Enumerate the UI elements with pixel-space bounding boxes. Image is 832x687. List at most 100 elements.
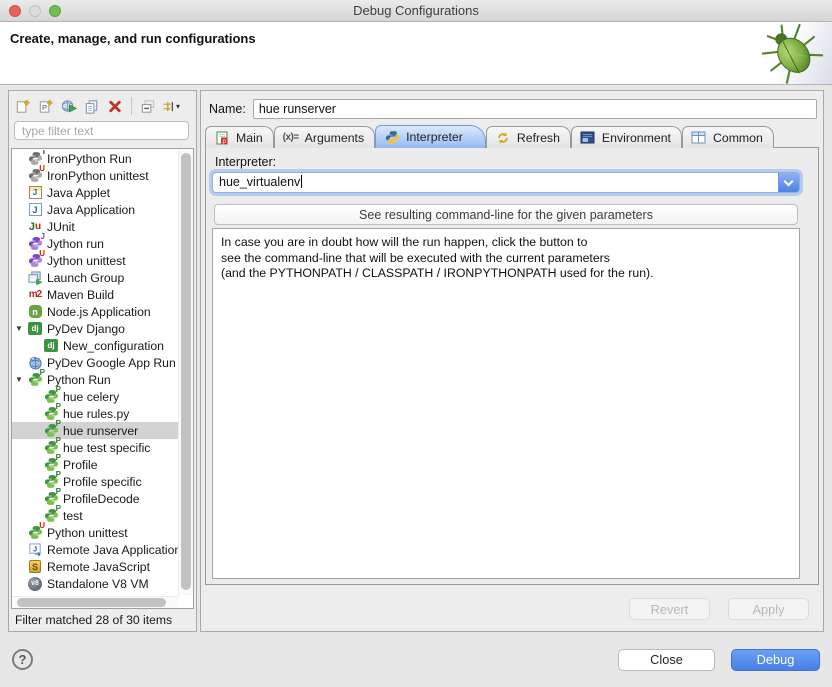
expand-toggle-icon[interactable]: ▼ <box>12 324 26 333</box>
tree-item-launch-group[interactable]: Launch Group <box>12 269 178 286</box>
apply-button[interactable]: Apply <box>728 598 809 620</box>
tree-item-label: Python Run <box>44 373 111 387</box>
configurations-tree: IIronPython RunUIronPython unittestJJava… <box>12 150 178 596</box>
tree-item-node-js-application[interactable]: nNode.js Application <box>12 303 178 320</box>
tab-interpreter[interactable]: Interpreter <box>375 125 486 148</box>
tree-item-junit[interactable]: JuJUnit <box>12 218 178 235</box>
delete-icon <box>106 98 124 114</box>
tree-item-jython-run[interactable]: JJython run <box>12 235 178 252</box>
name-input[interactable] <box>253 99 817 119</box>
chevron-down-icon <box>784 177 794 187</box>
pydev-django-icon: dj <box>42 338 60 354</box>
tree-item-test[interactable]: Ptest <box>12 507 178 524</box>
maven-build-icon: m2 <box>26 287 44 303</box>
tree-item-remote-java-application[interactable]: JRemote Java Application <box>12 541 178 558</box>
export-configurations-button[interactable] <box>58 95 80 117</box>
window-title: Debug Configurations <box>0 0 832 21</box>
new-configuration-button[interactable] <box>12 95 34 117</box>
main-tab-icon: p <box>213 130 231 146</box>
tree-item-label: Python unittest <box>44 526 128 540</box>
tree-item-profile[interactable]: PProfile <box>12 456 178 473</box>
interpreter-combo[interactable]: hue_virtualenv <box>212 172 800 193</box>
tree-item-hue-test-specific[interactable]: Phue test specific <box>12 439 178 456</box>
info-text-area[interactable]: In case you are in doubt how will the ru… <box>212 228 800 579</box>
tab-environment[interactable]: Environment <box>571 126 682 148</box>
horizontal-scroll-thumb[interactable] <box>17 598 166 607</box>
tree-item-python-unittest[interactable]: UPython unittest <box>12 524 178 541</box>
interpreter-value: hue_virtualenv <box>213 175 300 189</box>
collapse-all-icon <box>139 98 157 114</box>
tree-item-java-application[interactable]: JJava Application <box>12 201 178 218</box>
close-window-button[interactable] <box>9 5 21 17</box>
tree-item-ironpython-run[interactable]: IIronPython Run <box>12 150 178 167</box>
refresh-icon <box>494 130 512 146</box>
tree-item-profile-specific[interactable]: PProfile specific <box>12 473 178 490</box>
tab-label: Main <box>236 131 263 145</box>
duplicate-configuration-button[interactable] <box>81 95 103 117</box>
tree-item-java-applet[interactable]: JJava Applet <box>12 184 178 201</box>
tree-item-label: ProfileDecode <box>60 492 140 506</box>
toolbar-separator <box>131 97 132 115</box>
tree-item-label: hue rules.py <box>60 407 129 421</box>
help-button[interactable]: ? <box>12 649 33 670</box>
ironpython-unittest-icon: U <box>26 168 44 184</box>
nodejs-icon: n <box>26 304 44 320</box>
python-unittest-icon: U <box>26 525 44 541</box>
tab-label: Arguments <box>305 131 364 145</box>
zoom-window-button[interactable] <box>49 5 61 17</box>
tree-item-new-configuration[interactable]: djNew_configuration <box>12 337 178 354</box>
minimize-window-button[interactable] <box>29 5 41 17</box>
text-caret <box>301 175 302 188</box>
tree-item-label: IronPython Run <box>44 152 132 166</box>
info-line: (and the PYTHONPATH / CLASSPATH / IRONPY… <box>221 266 791 282</box>
configurations-panel: P▾ IIronPython RunUIronPython unittestJJ… <box>8 90 197 632</box>
export-configurations-icon <box>60 98 78 114</box>
revert-button[interactable]: Revert <box>629 598 710 620</box>
tree-item-python-run[interactable]: ▼PPython Run <box>12 371 178 388</box>
configuration-detail-panel: Name: p Main (x)=Arguments Interpreter Refre… <box>200 90 824 632</box>
tree-item-label: PyDev Django <box>44 322 125 336</box>
expand-toggle-icon[interactable]: ▼ <box>12 375 26 384</box>
tree-item-label: Remote Java Application <box>44 543 178 557</box>
filter-input[interactable] <box>14 121 189 140</box>
tree-item-maven-build[interactable]: m2Maven Build <box>12 286 178 303</box>
debug-bug-icon <box>754 22 830 84</box>
combo-dropdown-button[interactable] <box>778 173 799 192</box>
collapse-all-button[interactable] <box>137 95 159 117</box>
tree-item-hue-runserver[interactable]: Phue runserver <box>12 422 178 439</box>
tree-horizontal-scrollbar[interactable] <box>12 596 178 608</box>
filter-icon: ▾ <box>162 98 180 114</box>
tab-refresh[interactable]: Refresh <box>486 126 571 148</box>
tab-common[interactable]: Common <box>682 126 774 148</box>
tree-item-ironpython-unittest[interactable]: UIronPython unittest <box>12 167 178 184</box>
vertical-scroll-thumb[interactable] <box>181 153 191 590</box>
tree-item-pydev-django[interactable]: ▼djPyDev Django <box>12 320 178 337</box>
tree-item-standalone-v8-vm[interactable]: v8Standalone V8 VM <box>12 575 178 592</box>
tree-vertical-scrollbar[interactable] <box>178 150 193 596</box>
tree-item-profiledecode[interactable]: PProfileDecode <box>12 490 178 507</box>
filter-configurations-button[interactable]: ▾ <box>160 95 182 117</box>
launch-group-icon <box>26 270 44 286</box>
tree-item-hue-celery[interactable]: Phue celery <box>12 388 178 405</box>
tree-item-label: hue runserver <box>60 424 138 438</box>
tree-item-label: Profile specific <box>60 475 142 489</box>
v8-icon: v8 <box>26 576 44 592</box>
debug-button[interactable]: Debug <box>731 649 820 671</box>
see-command-line-button[interactable]: See resulting command-line for the given… <box>214 204 798 225</box>
name-label: Name: <box>209 102 246 116</box>
delete-configuration-button[interactable] <box>104 95 126 117</box>
tree-item-pydev-google-app-run[interactable]: PyDev Google App Run <box>12 354 178 371</box>
tree-item-remote-javascript[interactable]: SRemote JavaScript <box>12 558 178 575</box>
tab-main[interactable]: p Main <box>205 126 274 148</box>
svg-text:P: P <box>42 102 47 111</box>
new-prototype-button[interactable]: P <box>35 95 57 117</box>
tab-label: Interpreter <box>406 130 463 144</box>
tab-arguments[interactable]: (x)=Arguments <box>274 126 375 148</box>
tree-item-label: New_configuration <box>60 339 164 353</box>
tree-item-jython-unittest[interactable]: UJython unittest <box>12 252 178 269</box>
new-configuration-icon <box>14 98 32 114</box>
close-button[interactable]: Close <box>618 649 715 671</box>
remote-java-icon: J <box>26 542 44 558</box>
tree-item-label: Launch Group <box>44 271 124 285</box>
tree-item-hue-rules-py[interactable]: Phue rules.py <box>12 405 178 422</box>
